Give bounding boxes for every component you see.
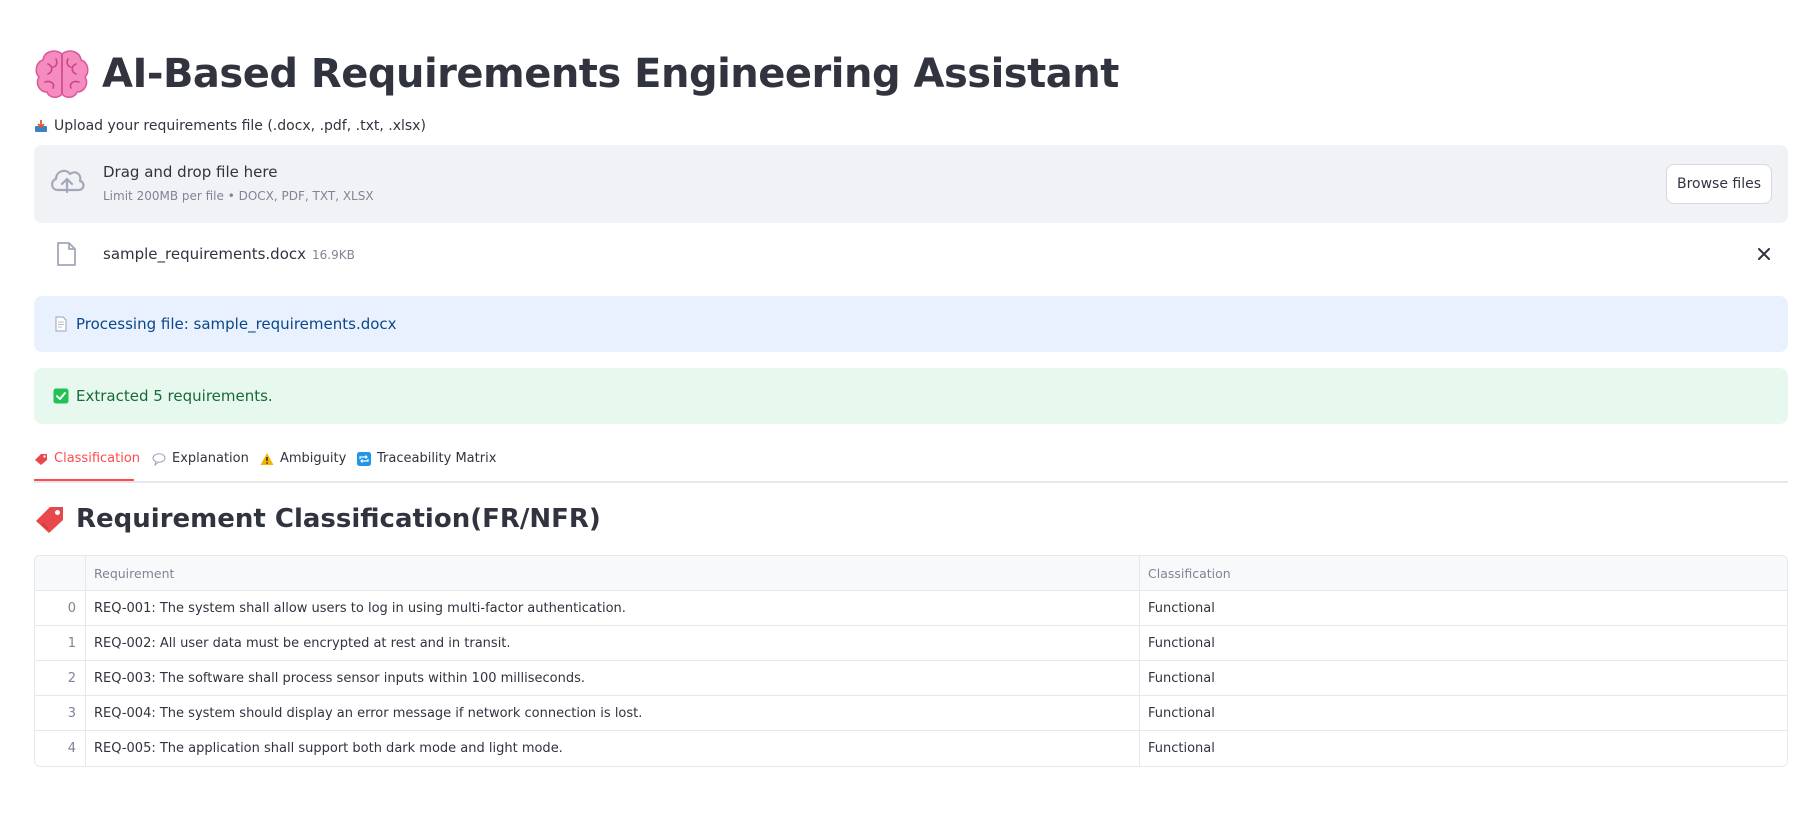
requirement-cell[interactable]: REQ-003: The software shall process sens… — [86, 661, 1140, 695]
tab-classification[interactable]: Classification — [34, 451, 140, 466]
cloud-upload-icon — [51, 169, 85, 194]
uploaded-file-name: sample_requirements.docx — [103, 245, 306, 263]
requirement-cell[interactable]: REQ-002: All user data must be encrypted… — [86, 626, 1140, 660]
tab-label: Classification — [54, 451, 141, 466]
requirement-cell[interactable]: REQ-005: The application shall support b… — [86, 731, 1140, 766]
success-alert: Extracted 5 requirements. — [34, 368, 1788, 424]
tab-label: Explanation — [172, 451, 249, 466]
section-title: Requirement Classification(FR/NFR) — [76, 504, 601, 534]
active-tab-indicator — [34, 479, 134, 481]
success-alert-text: Extracted 5 requirements. — [76, 387, 273, 405]
warning-icon — [260, 452, 274, 465]
label-tag-icon — [35, 453, 47, 465]
classification-cell[interactable]: Functional — [1140, 696, 1787, 730]
app-page: AI-Based Requirements Engineering Assist… — [0, 0, 1818, 837]
tab-label: Ambiguity — [280, 451, 347, 466]
classification-table[interactable]: Requirement Classification 0 REQ-001: Th… — [34, 555, 1788, 767]
info-alert-text: Processing file: sample_requirements.doc… — [76, 315, 397, 333]
classification-cell[interactable]: Functional — [1140, 661, 1787, 695]
dropzone-text: Drag and drop file here Limit 200MB per … — [103, 163, 374, 203]
tab-bar: Classification Explanation Ambiguity Tra… — [34, 446, 1788, 483]
classification-cell[interactable]: Functional — [1140, 591, 1787, 625]
column-header-index — [35, 556, 86, 590]
browse-files-button[interactable]: Browse files — [1666, 164, 1772, 204]
row-index: 3 — [35, 696, 86, 730]
section-header: Requirement Classification(FR/NFR) — [34, 503, 601, 535]
tab-ambiguity[interactable]: Ambiguity — [260, 451, 346, 466]
table-row[interactable]: 0 REQ-001: The system shall allow users … — [35, 591, 1787, 626]
page-title: AI-Based Requirements Engineering Assist… — [102, 51, 1119, 97]
row-index: 1 — [35, 626, 86, 660]
uploader-label-text: Upload your requirements file (.docx, .p… — [54, 118, 426, 134]
row-index: 4 — [35, 731, 86, 766]
inbox-tray-icon — [35, 120, 47, 132]
dropzone-title: Drag and drop file here — [103, 163, 278, 181]
uploader-label: Upload your requirements file (.docx, .p… — [34, 118, 426, 134]
repeat-icon — [357, 451, 371, 466]
table-row[interactable]: 3 REQ-004: The system should display an … — [35, 696, 1787, 731]
info-alert: Processing file: sample_requirements.doc… — [34, 296, 1788, 352]
file-icon — [57, 242, 76, 266]
uploaded-file-row: sample_requirements.docx 16.9KB — [34, 236, 1788, 272]
brain-icon — [35, 50, 89, 98]
column-header-classification[interactable]: Classification — [1140, 556, 1787, 590]
table-row[interactable]: 2 REQ-003: The software shall process se… — [35, 661, 1787, 696]
check-mark-icon — [53, 388, 69, 404]
requirement-cell[interactable]: REQ-004: The system should display an er… — [86, 696, 1140, 730]
close-icon[interactable] — [1756, 246, 1772, 262]
tab-label: Traceability Matrix — [377, 451, 497, 466]
uploaded-file-info: sample_requirements.docx 16.9KB — [103, 245, 355, 263]
column-header-requirement[interactable]: Requirement — [86, 556, 1140, 590]
dropzone-limit: Limit 200MB per file • DOCX, PDF, TXT, X… — [103, 189, 374, 203]
table-header-row: Requirement Classification — [35, 556, 1787, 591]
classification-cell[interactable]: Functional — [1140, 731, 1787, 766]
tab-traceability-matrix[interactable]: Traceability Matrix — [357, 451, 496, 466]
uploaded-file-size: 16.9KB — [312, 248, 355, 262]
page-header: AI-Based Requirements Engineering Assist… — [34, 44, 1119, 104]
speech-balloon-icon — [152, 452, 166, 466]
row-index: 0 — [35, 591, 86, 625]
requirement-cell[interactable]: REQ-001: The system shall allow users to… — [86, 591, 1140, 625]
table-row[interactable]: 1 REQ-002: All user data must be encrypt… — [35, 626, 1787, 661]
page-facing-up-icon — [55, 316, 67, 332]
classification-cell[interactable]: Functional — [1140, 626, 1787, 660]
table-row[interactable]: 4 REQ-005: The application shall support… — [35, 731, 1787, 766]
row-index: 2 — [35, 661, 86, 695]
label-tag-icon — [36, 507, 63, 533]
tab-explanation[interactable]: Explanation — [152, 451, 249, 466]
file-dropzone[interactable]: Drag and drop file here Limit 200MB per … — [34, 145, 1788, 223]
